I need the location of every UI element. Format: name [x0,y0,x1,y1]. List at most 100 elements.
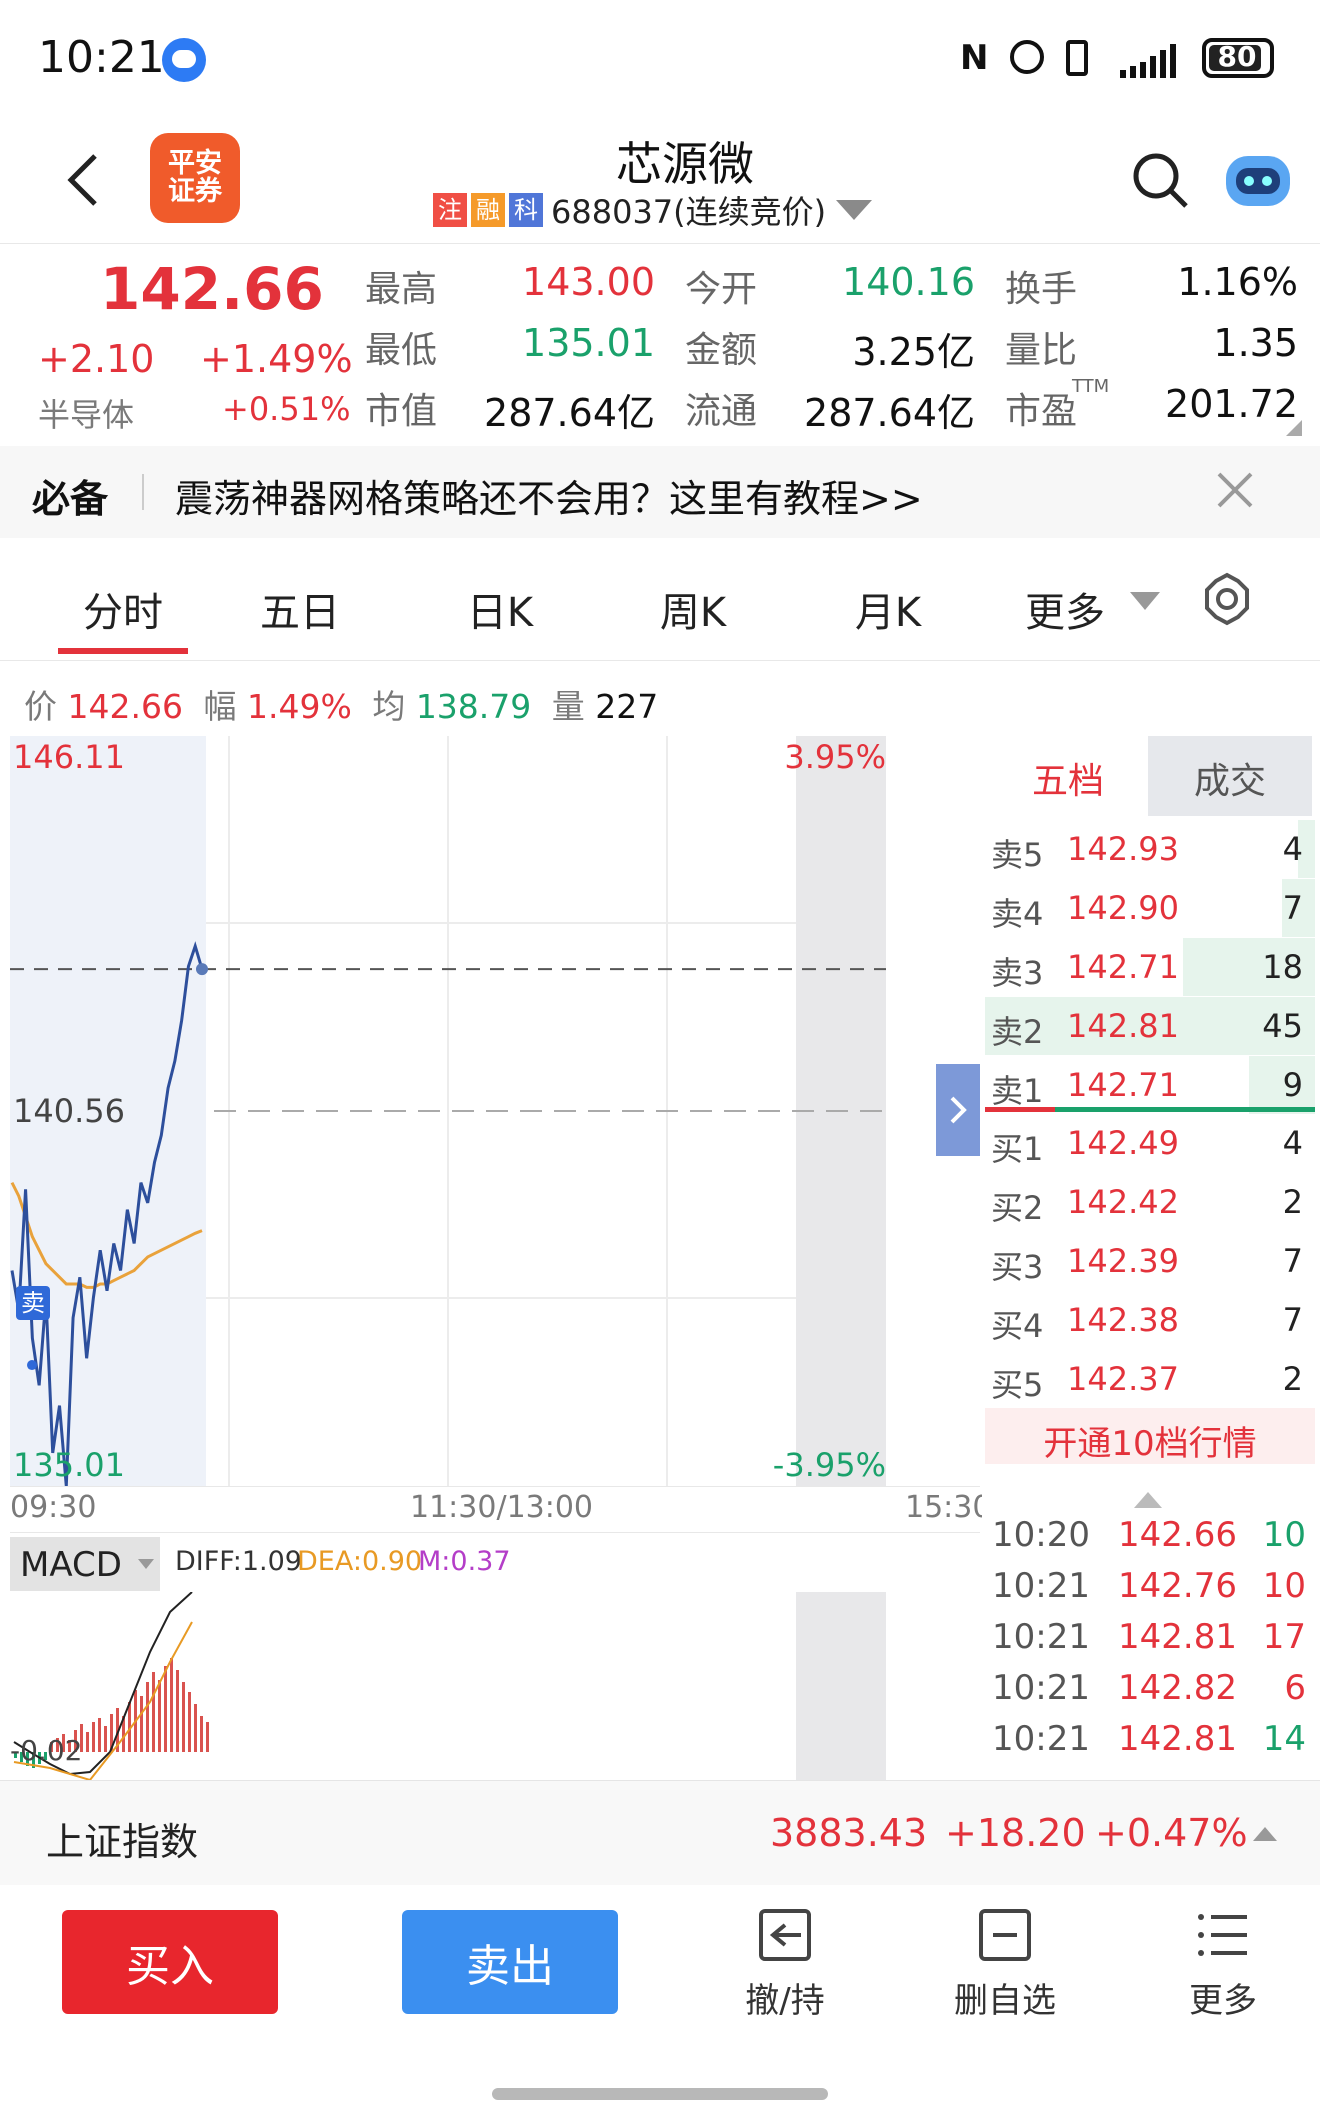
pct-axis-bottom-label: -3.95% [772,1446,886,1484]
sell-level-price: 142.71 [1067,948,1179,986]
tag-margin: 融 [471,193,505,227]
buy-level-label: 买3 [991,1248,1044,1286]
macd-dropdown-icon [138,1559,154,1569]
macd-diff: DIFF:1.09 [175,1546,302,1577]
remove-watchlist-icon [979,1909,1031,1961]
tick-price: 142.66 [1118,1515,1237,1555]
tick-volume: 17 [1262,1617,1306,1657]
buy-level-price: 142.49 [1067,1124,1179,1162]
stat-high-value: 143.00 [522,260,655,304]
more-menu-button[interactable]: 更多 [1143,1895,1303,2025]
index-change: +18.20 [945,1811,1086,1855]
buy-level-volume: 4 [1282,1124,1303,1162]
orderbook-sell-row[interactable]: 卖5 142.93 4 [985,820,1315,878]
ticks-overflow [982,1762,1320,1782]
message-notification-icon [162,38,206,82]
chart-info-line: 价 142.66 幅 1.49% 均 138.79 量 227 [24,680,658,728]
buy-level-volume: 7 [1282,1242,1303,1280]
sell-marker[interactable]: 卖 [16,1286,50,1320]
close-icon[interactable] [1215,470,1255,510]
stat-turnover-value: 1.16% [1177,260,1298,304]
orderbook-buy-row[interactable]: 买4 142.38 7 [985,1291,1315,1349]
home-indicator[interactable] [492,2088,828,2100]
buy-level-volume: 2 [1282,1183,1303,1221]
stat-market-cap-value: 287.64亿 [484,391,655,435]
tab-five-levels[interactable]: 五档 [982,736,1148,816]
stock-code: 688037(连续竞价) [551,193,827,231]
expand-up-icon[interactable] [1253,1825,1277,1841]
cancel-hold-button[interactable]: 撤/持 [705,1895,865,2025]
sell-button[interactable]: 卖出 [402,1910,618,2014]
tab-more-dropdown-icon[interactable] [1130,592,1160,612]
stat-pe-label: 市盈 [1005,391,1078,432]
macd-histogram-bar [86,1732,89,1752]
tab-weekly-k[interactable]: 周K [628,580,758,638]
orderbook-sell-row[interactable]: 卖4 142.90 7 [985,879,1315,937]
ticks-scroll-up-icon[interactable] [1134,1490,1162,1508]
macd-selector[interactable]: MACD [10,1537,160,1591]
sell-level-label: 卖2 [991,1013,1044,1051]
spread-divider-red [985,1107,1055,1112]
tick-price: 142.76 [1118,1566,1237,1606]
logo-text-line2: 证券 [168,176,222,207]
macd-axis-label: -0.02 [10,1734,83,1767]
tab-more[interactable]: 更多 [1005,580,1125,638]
orderbook-buy-row[interactable]: 买2 142.42 2 [985,1173,1315,1231]
tab-five-day[interactable]: 五日 [235,580,365,638]
search-button[interactable] [1130,150,1190,210]
sell-level-price: 142.90 [1067,889,1179,927]
back-button[interactable] [55,150,115,210]
sell-level-label: 卖1 [991,1072,1044,1110]
more-menu-icon [1198,1914,1247,1956]
notice-bar[interactable]: 必备 震荡神器网格策略还不会用？这里有教程>> [0,446,1320,538]
expand-panel-button[interactable] [936,1064,980,1156]
orderbook-buy-row[interactable]: 买5 142.37 2 [985,1350,1315,1408]
upgrade-10-levels-button[interactable]: 开通10档行情 [985,1408,1315,1464]
tick-volume: 10 [1262,1566,1306,1606]
macd-histogram-bar [200,1716,203,1752]
tab-monthly-k[interactable]: 月K [823,580,953,638]
tab-intraday[interactable]: 分时 [58,580,188,638]
current-price: 142.66 [100,255,324,323]
notice-divider [142,474,144,510]
orderbook-sell-row[interactable]: 卖2 142.81 45 [985,997,1315,1055]
settings-gear-icon[interactable] [1200,572,1254,626]
index-bar[interactable]: 上证指数 3883.43 +18.20 +0.47% [0,1780,1320,1885]
assistant-robot-button[interactable] [1222,148,1294,210]
macd-histogram-bar [152,1672,155,1752]
sell-level-volume: 7 [1282,889,1303,927]
corner-expand-icon[interactable] [1286,420,1302,436]
stat-low-label: 最低 [365,330,438,371]
stat-float-cap-value: 287.64亿 [804,391,975,435]
dropdown-triangle-icon [836,200,873,220]
battery-level: 80 [1217,40,1257,73]
orderbook-buy-row[interactable]: 买1 142.49 4 [985,1114,1315,1172]
intraday-chart[interactable] [10,736,886,1486]
x-axis-mid: 11:30/13:00 [410,1490,594,1525]
orderbook-sell-row[interactable]: 卖1 142.71 9 [985,1056,1315,1114]
macd-histogram-bar [170,1658,173,1752]
y-axis-mid-label: 140.56 [13,1092,125,1130]
orderbook-sell-row[interactable]: 卖3 142.71 18 [985,938,1315,996]
buy-button[interactable]: 买入 [62,1910,278,2014]
stat-turnover-label: 换手 [1005,269,1078,310]
stock-code-row[interactable]: 注 融 科 688037(连续竞价) [433,190,873,231]
sell-level-label: 卖4 [991,895,1044,933]
notice-tag: 必备 [32,477,109,521]
remove-watchlist-button[interactable]: 删自选 [925,1895,1085,2025]
macd-m: M:0.37 [418,1546,511,1577]
sector-name[interactable]: 半导体 [38,390,134,436]
cancel-hold-icon [759,1909,811,1961]
buy-level-label: 买2 [991,1189,1044,1227]
index-value: 3883.43 [770,1811,928,1855]
sell-level-volume: 18 [1262,948,1303,986]
tab-trades[interactable]: 成交 [1148,736,1312,816]
upgrade-label: 开通10档行情 [1043,1424,1257,1464]
orderbook-buy-row[interactable]: 买3 142.39 7 [985,1232,1315,1290]
chevron-left-icon [67,154,97,206]
trade-tick-row: 10:20 142.66 10 [990,1515,1310,1565]
tick-time: 10:21 [992,1668,1090,1708]
y-axis-top-label: 146.11 [13,738,125,776]
tag-registration: 注 [433,193,467,227]
tab-daily-k[interactable]: 日K [435,580,565,638]
